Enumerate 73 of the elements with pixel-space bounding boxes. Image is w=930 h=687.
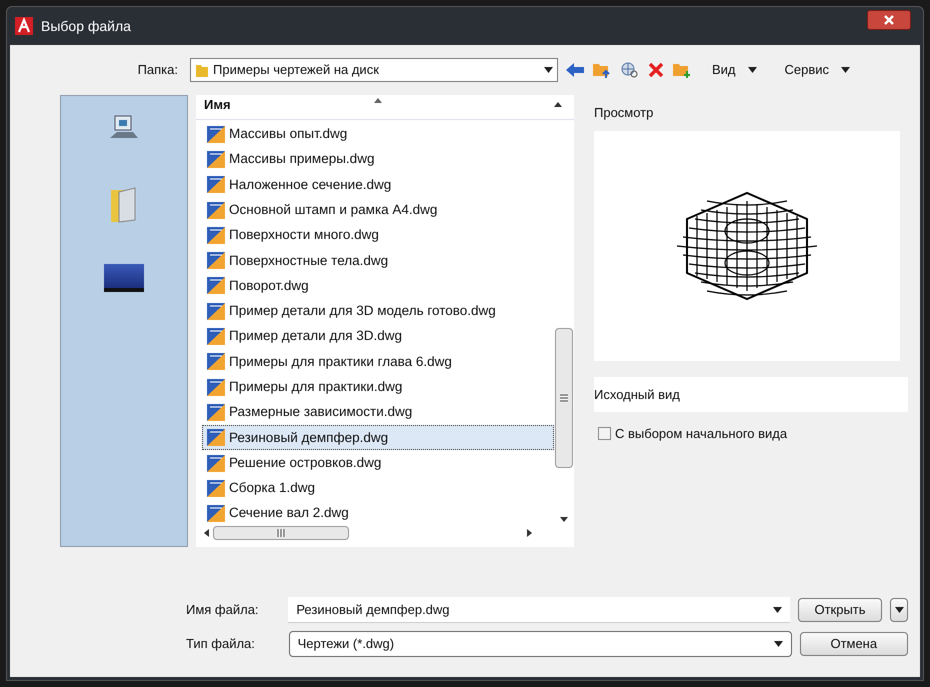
file-row[interactable]: Решение островков.dwg [202,450,554,476]
file-row[interactable]: Пример детали для 3D.dwg [202,324,554,350]
drawing-file-icon [207,202,225,219]
drawing-file-icon [207,505,225,522]
folder-up-icon[interactable] [592,61,612,79]
open-button[interactable]: Открыть [798,598,882,622]
file-row[interactable]: Поверхностные тела.dwg [202,248,554,274]
drawing-file-icon [207,353,225,370]
window-title: Выбор файла [41,16,131,36]
drawing-file-icon [207,302,225,320]
file-row[interactable]: Поворот.dwg [202,273,554,299]
dropdown-caret-icon [774,641,783,647]
drawing-file-icon [207,252,225,270]
file-type-label: Тип файла: [186,635,256,654]
scrollbar-thumb[interactable] [213,526,349,540]
desktop-icon[interactable] [104,264,144,292]
file-row[interactable]: Пример детали для 3D модель готово.dwg [202,298,554,324]
folder-icon [195,62,209,78]
file-row[interactable]: Примеры для практики глава 6.dwg [202,349,554,374]
file-row[interactable]: Резиновый демпфер.dwg [202,425,554,450]
file-row[interactable]: Массивы примеры.dwg [202,146,554,172]
drawing-file-icon [207,150,225,168]
back-arrow-icon[interactable] [566,63,584,77]
grip-icon [560,394,568,402]
drawing-file-icon [207,126,225,143]
drawing-file-icon [207,328,225,346]
scrollbar-thumb[interactable] [555,328,573,468]
caret-icon [894,607,904,613]
drawing-file-icon [207,378,225,396]
drawing-file-icon [207,454,225,472]
name-column-header[interactable]: Имя [204,95,554,114]
scroll-down-icon[interactable] [560,517,568,522]
new-folder-icon[interactable] [672,61,692,79]
close-button[interactable] [867,10,911,30]
scroll-left-icon[interactable] [204,529,209,538]
cancel-button[interactable]: Отмена [800,632,908,656]
drawing-file-icon [207,277,225,294]
grip-icon [277,529,285,538]
folder-dropdown[interactable]: Примеры чертежей на диск [190,58,558,82]
preview-label: Просмотр [594,104,654,122]
file-type-dropdown[interactable]: Чертежи (*.dwg) [288,631,792,657]
file-row[interactable]: Поверхности много.dwg [202,222,554,248]
scroll-up-icon[interactable] [554,102,562,106]
drawing-file-icon [207,176,225,194]
file-row[interactable]: Размерные зависимости.dwg [202,400,554,426]
file-row[interactable]: Основной штамп и рамка А4.dwg [202,197,554,223]
delete-icon[interactable] [648,62,664,78]
file-name-field[interactable]: Резиновый демпфер.dwg [288,597,790,623]
drawing-file-icon [207,226,225,244]
globe-search-icon[interactable] [620,61,640,79]
open-options-button[interactable] [890,598,908,622]
caret-icon [748,67,757,73]
folder-label: Папка: [136,61,179,80]
toolbar-menu[interactable]: Вид [704,59,765,81]
file-row[interactable]: Сборка 1.dwg [202,476,554,501]
initial-view-checkbox[interactable]: С выбором начального вида [598,424,908,444]
sort-arrow-icon [374,98,382,103]
toolbar-menu[interactable]: Сервис [776,59,858,81]
drawing-file-icon [207,429,225,446]
app-logo-icon [15,17,33,35]
close-icon [884,15,894,25]
scroll-right-icon[interactable] [527,529,532,538]
file-row[interactable]: Массивы опыт.dwg [202,122,554,147]
dropdown-caret-icon [544,67,553,73]
file-row[interactable]: Сечение вал 2.dwg [202,500,554,526]
file-row[interactable]: Примеры для практики.dwg [202,374,554,400]
file-row[interactable]: Наложенное сечение.dwg [202,172,554,198]
dropdown-caret-icon [772,606,782,612]
drawing-file-icon [207,480,225,497]
initial-view-label: Исходный вид [594,376,908,412]
drawing-file-icon [207,404,225,421]
file-name-label: Имя файла: [186,601,260,620]
caret-icon [841,67,850,73]
